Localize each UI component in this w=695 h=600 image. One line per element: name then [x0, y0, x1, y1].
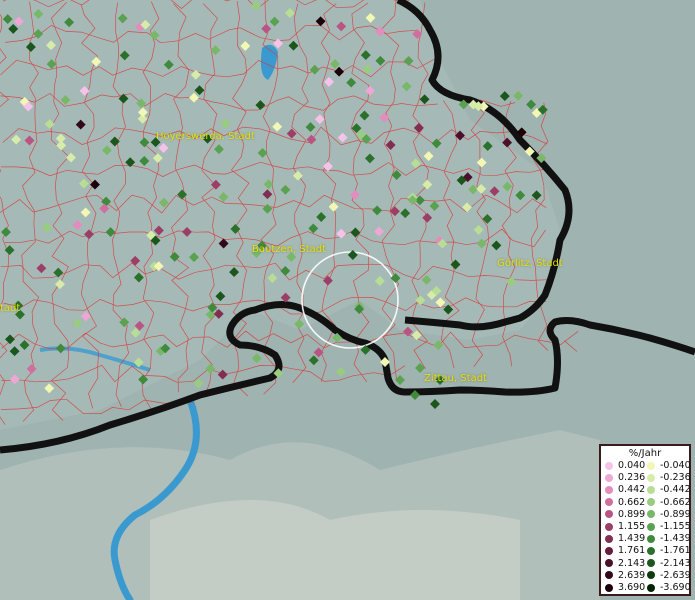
legend-row-positive: 1.761	[605, 545, 649, 556]
legend-row-negative: -0.899	[647, 509, 691, 520]
legend-value: 3.690	[618, 582, 646, 593]
legend-swatch	[605, 498, 613, 507]
legend-value: 2.143	[618, 557, 646, 569]
legend-value: 0.236	[618, 472, 646, 484]
legend-value: 2.639	[618, 569, 646, 581]
legend-swatch	[605, 534, 613, 543]
legend-row-positive: 0.040	[605, 460, 649, 471]
legend-value: 1.439	[618, 533, 646, 545]
legend-row-negative: -0.040	[647, 460, 691, 471]
legend-swatch	[647, 534, 655, 543]
map-canvas[interactable]	[0, 0, 695, 600]
legend-value: 0.899	[618, 508, 646, 520]
legend: %/Jahr 0.040 0.236 0.442 0.662 0.899 1.155 1.4…	[599, 444, 691, 596]
legend-swatch	[605, 546, 613, 555]
legend-row-negative: -1.439	[647, 533, 691, 544]
city-label-edge: tadt	[0, 303, 21, 314]
legend-value: -0.040	[660, 460, 691, 471]
legend-swatch	[605, 510, 613, 519]
legend-swatch	[647, 473, 655, 482]
legend-row-positive: 2.143	[605, 558, 649, 569]
city-label-hoyerswerda: Hoyerswerda, Stadt	[156, 131, 255, 142]
legend-row-negative: -0.662	[647, 497, 691, 508]
legend-value: -3.690	[660, 582, 691, 593]
legend-swatch	[605, 571, 613, 580]
legend-value: 1.155	[618, 521, 646, 532]
legend-value: -2.143	[660, 557, 691, 569]
legend-value: 0.040	[618, 460, 646, 471]
legend-swatch	[647, 522, 655, 531]
legend-row-positive: 0.236	[605, 472, 649, 483]
legend-row-negative: -0.236	[647, 472, 691, 483]
legend-value: -1.761	[660, 545, 691, 557]
legend-swatch	[647, 485, 655, 494]
legend-swatch	[605, 522, 613, 531]
legend-swatch	[605, 583, 613, 592]
legend-row-negative: -2.639	[647, 570, 691, 581]
legend-value: -1.155	[660, 521, 691, 532]
legend-row-negative: -0.442	[647, 484, 691, 495]
legend-swatch	[647, 559, 655, 568]
legend-swatch	[647, 498, 655, 507]
legend-row-positive: 0.662	[605, 497, 649, 508]
legend-title: %/Jahr	[628, 448, 662, 459]
legend-row-positive: 3.690	[605, 582, 649, 593]
legend-value: -2.639	[660, 569, 691, 581]
legend-swatch	[605, 485, 613, 494]
legend-row-positive: 1.155	[605, 521, 649, 532]
city-label-goerlitz: Görlitz, Stadt	[497, 258, 563, 269]
legend-row-negative: -3.690	[647, 582, 691, 593]
legend-value: 1.761	[618, 545, 646, 557]
city-label-zittau: Zittau, Stadt	[424, 373, 487, 384]
legend-row-negative: -1.155	[647, 521, 691, 532]
legend-swatch	[647, 571, 655, 580]
legend-row-negative: -2.143	[647, 558, 691, 569]
legend-row-negative: -1.761	[647, 545, 691, 556]
legend-value: -0.899	[660, 508, 691, 520]
legend-swatch	[647, 510, 655, 519]
legend-swatch	[605, 461, 613, 470]
legend-row-positive: 0.899	[605, 509, 649, 520]
legend-swatch	[647, 546, 655, 555]
legend-value: -1.439	[660, 533, 691, 545]
legend-value: -0.236	[660, 472, 691, 484]
legend-value: 0.662	[618, 496, 646, 508]
legend-row-positive: 0.442	[605, 484, 649, 495]
legend-value: -0.442	[660, 484, 691, 496]
legend-swatch	[605, 559, 613, 568]
legend-value: -0.662	[660, 496, 691, 508]
legend-swatch	[647, 461, 655, 470]
legend-swatch	[605, 473, 613, 482]
legend-row-positive: 1.439	[605, 533, 649, 544]
city-label-bautzen: Bautzen, Stadt	[252, 244, 327, 255]
legend-value: 0.442	[618, 484, 646, 496]
legend-swatch	[647, 583, 655, 592]
legend-row-positive: 2.639	[605, 570, 649, 581]
